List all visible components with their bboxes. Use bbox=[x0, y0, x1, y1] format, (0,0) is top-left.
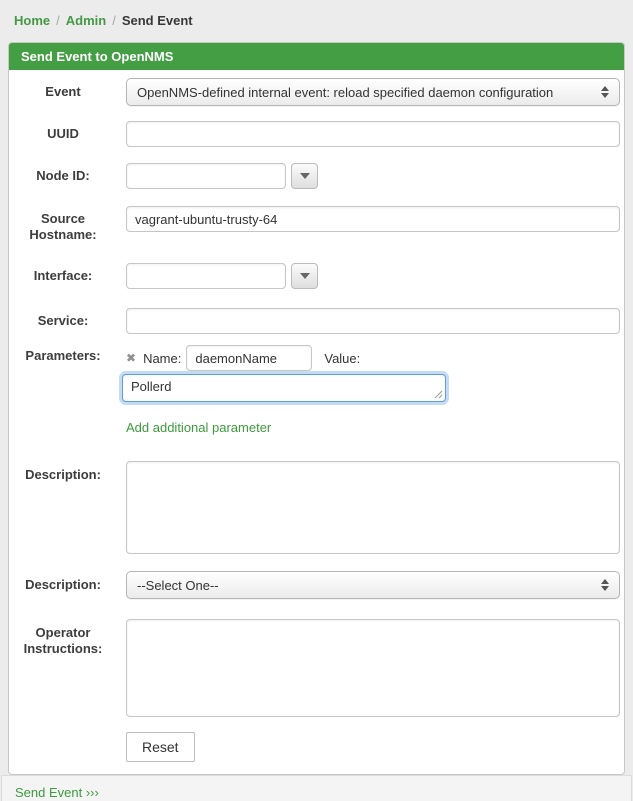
reset-button[interactable]: Reset bbox=[126, 732, 195, 762]
parameters-label: Parameters: bbox=[15, 345, 111, 364]
parameter-name-input[interactable] bbox=[186, 345, 312, 371]
parameter-value-label: Value: bbox=[324, 351, 360, 366]
event-label: Event bbox=[15, 84, 111, 100]
node-id-dropdown-button[interactable] bbox=[291, 163, 318, 189]
service-row: Service: bbox=[15, 308, 620, 334]
breadcrumb-current-page: Send Event bbox=[122, 13, 193, 28]
operator-instructions-textarea[interactable] bbox=[126, 619, 620, 717]
service-input[interactable] bbox=[126, 308, 620, 334]
dropdown-arrow-icon bbox=[300, 273, 310, 279]
description-select-value: --Select One-- bbox=[137, 578, 593, 593]
breadcrumb-separator: / bbox=[50, 13, 66, 28]
node-id-row: Node ID: bbox=[15, 163, 620, 189]
send-event-panel: Send Event to OpenNMS Event OpenNMS-defi… bbox=[8, 42, 625, 775]
uuid-input[interactable] bbox=[126, 121, 620, 147]
description-select-label: Description: bbox=[15, 577, 111, 593]
source-hostname-label: Source Hostname: bbox=[15, 206, 111, 243]
operator-instructions-row: Operator Instructions: bbox=[15, 619, 620, 717]
uuid-row: UUID bbox=[15, 121, 620, 147]
description-textarea[interactable] bbox=[126, 461, 620, 554]
description-select[interactable]: --Select One-- bbox=[126, 571, 620, 599]
interface-row: Interface: bbox=[15, 263, 620, 289]
dropdown-arrow-icon bbox=[300, 173, 310, 179]
breadcrumb-home-link[interactable]: Home bbox=[14, 13, 50, 28]
operator-instructions-label: Operator Instructions: bbox=[15, 619, 111, 657]
select-stepper-icon bbox=[601, 579, 609, 591]
description-select-row: Description: --Select One-- bbox=[15, 571, 620, 599]
add-parameter-row: Add additional parameter bbox=[126, 420, 620, 435]
resize-grip-icon[interactable] bbox=[434, 390, 443, 399]
uuid-label: UUID bbox=[15, 126, 111, 142]
node-id-input[interactable] bbox=[126, 163, 286, 189]
breadcrumb-separator: / bbox=[106, 13, 122, 28]
reset-row: Reset bbox=[15, 732, 620, 762]
node-id-label: Node ID: bbox=[15, 168, 111, 184]
service-label: Service: bbox=[15, 313, 111, 329]
description-row: Description: bbox=[15, 461, 620, 554]
select-stepper-icon bbox=[601, 86, 609, 98]
panel-title: Send Event to OpenNMS bbox=[9, 43, 624, 70]
breadcrumb: Home/Admin/Send Event bbox=[0, 0, 633, 28]
footer-panel: Send Event ››› bbox=[1, 775, 632, 801]
interface-dropdown-button[interactable] bbox=[291, 263, 318, 289]
event-row: Event OpenNMS-defined internal event: re… bbox=[15, 78, 620, 106]
event-select[interactable]: OpenNMS-defined internal event: reload s… bbox=[126, 78, 620, 106]
event-select-value: OpenNMS-defined internal event: reload s… bbox=[137, 85, 593, 100]
interface-label: Interface: bbox=[15, 268, 111, 284]
breadcrumb-admin-link[interactable]: Admin bbox=[66, 13, 106, 28]
interface-input[interactable] bbox=[126, 263, 286, 289]
parameter-name-label: Name: bbox=[143, 351, 181, 366]
description-label: Description: bbox=[15, 461, 111, 483]
source-hostname-input[interactable] bbox=[126, 206, 620, 232]
send-event-footer-link[interactable]: Send Event ››› bbox=[15, 785, 99, 800]
source-hostname-row: Source Hostname: bbox=[15, 206, 620, 243]
parameter-value-textarea[interactable]: Pollerd bbox=[122, 374, 446, 402]
send-event-form: Event OpenNMS-defined internal event: re… bbox=[9, 70, 624, 774]
parameters-row: Parameters: ✖ Name: Value: Pollerd bbox=[15, 345, 620, 402]
add-parameter-link[interactable]: Add additional parameter bbox=[126, 420, 271, 435]
delete-parameter-icon[interactable]: ✖ bbox=[126, 351, 136, 365]
